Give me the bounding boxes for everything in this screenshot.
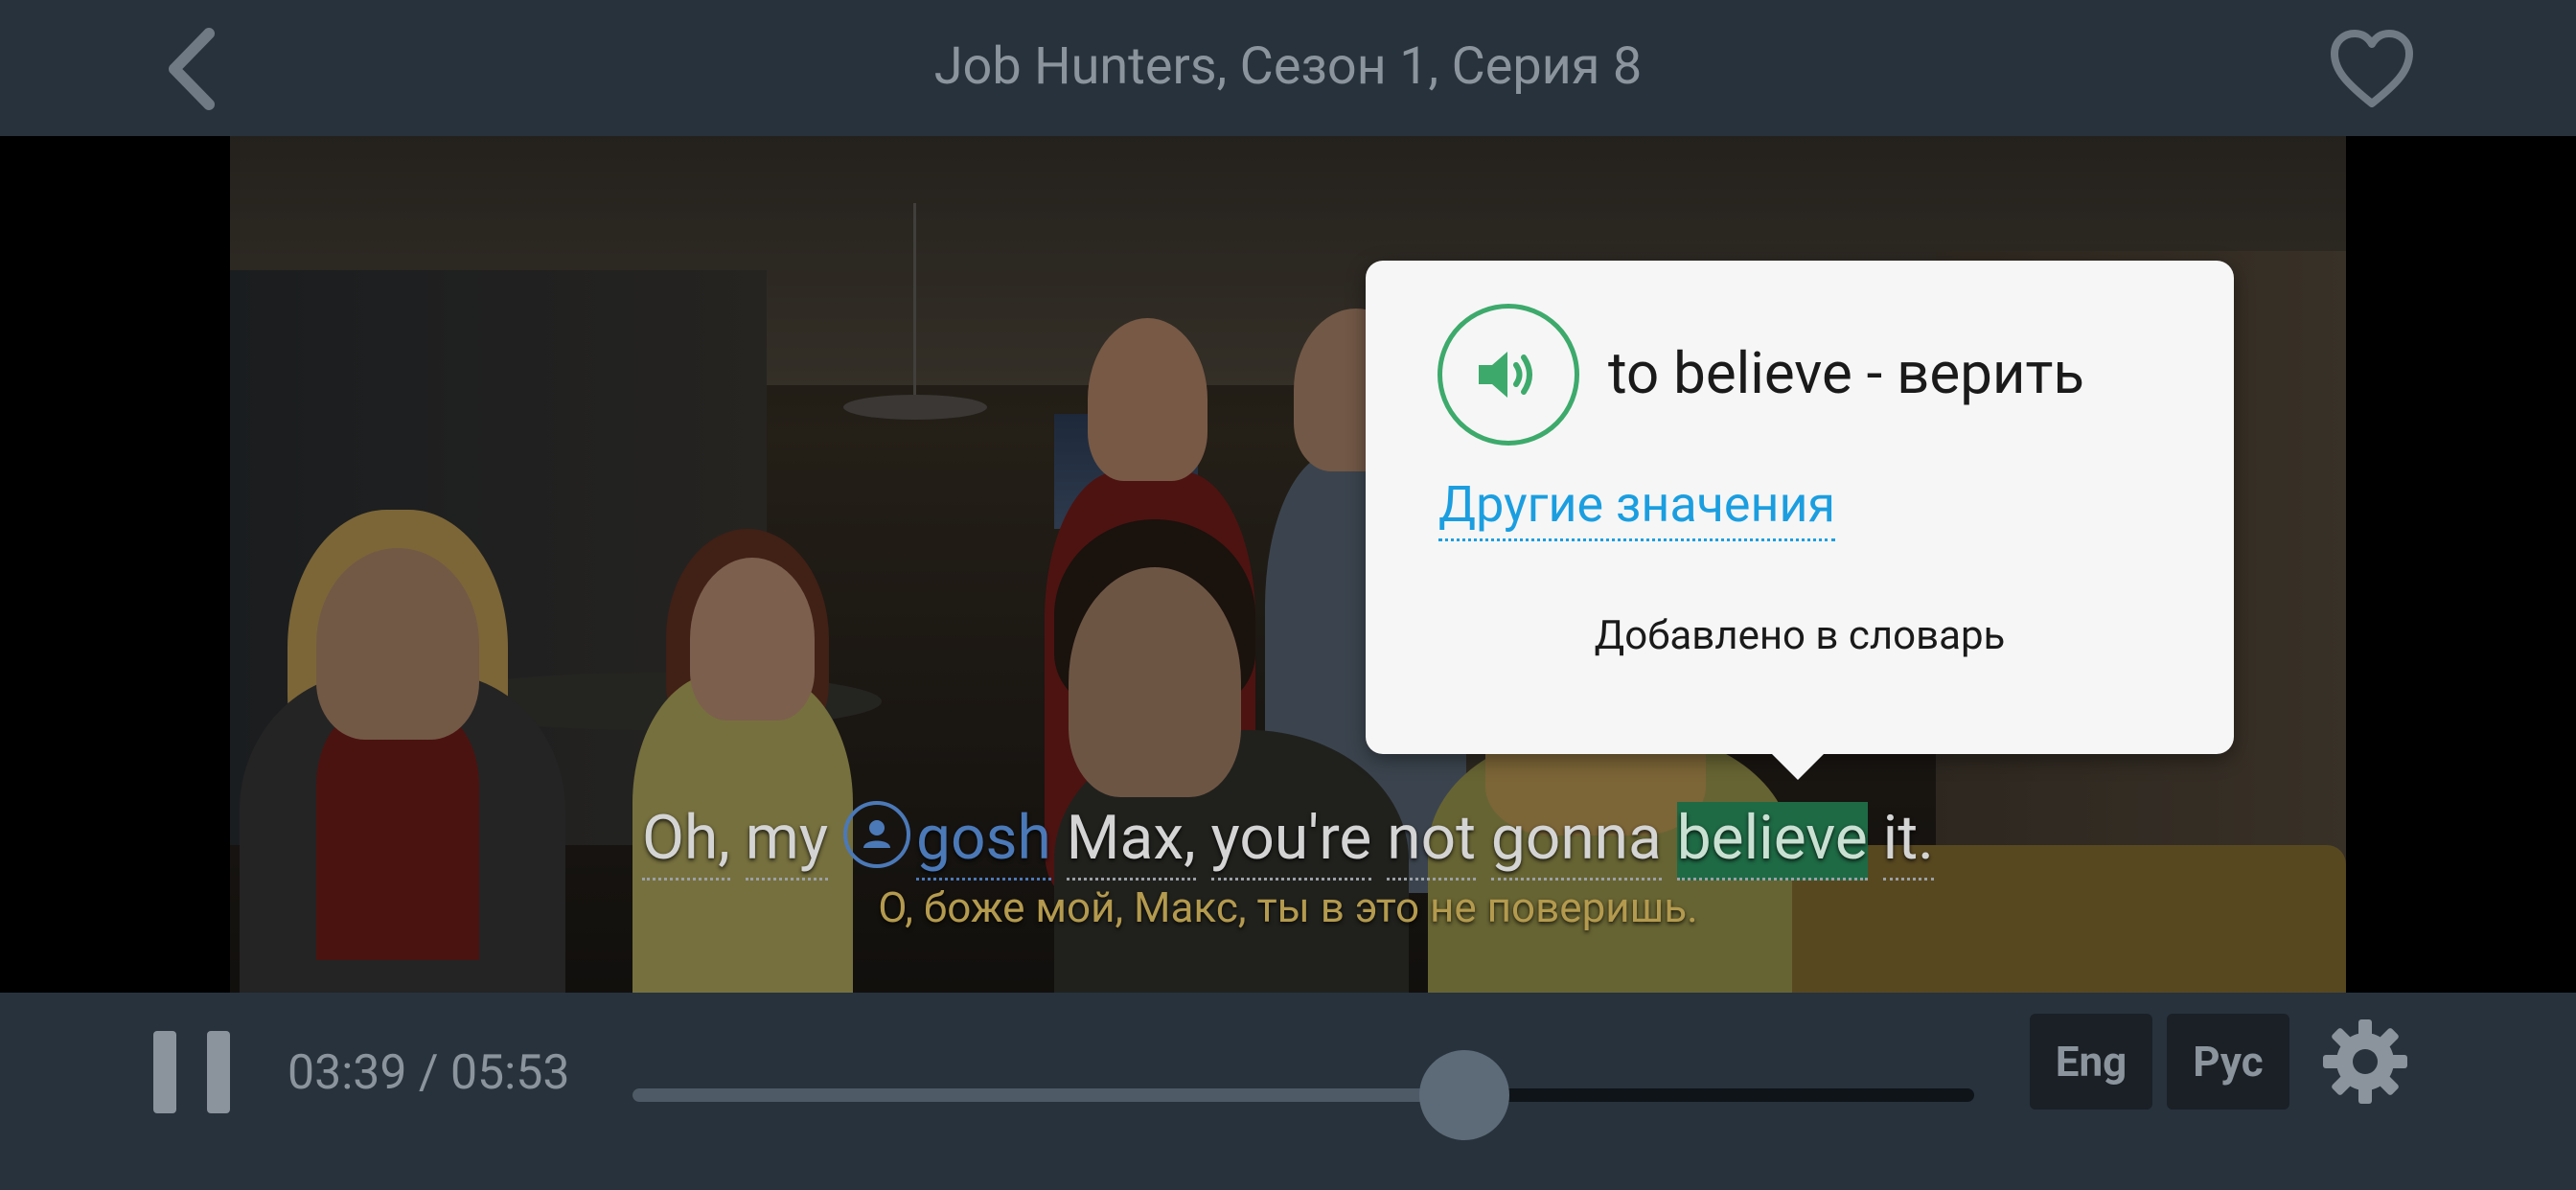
subtitle-word[interactable]: my xyxy=(745,802,829,881)
subtitle-word[interactable]: not xyxy=(1387,802,1476,881)
top-bar: Job Hunters, Сезон 1, Серия 8 xyxy=(0,0,2576,136)
pause-button[interactable] xyxy=(153,1025,230,1121)
seek-bar[interactable] xyxy=(632,1050,1974,1140)
translation-popup: to believe - верить Другие значения Доба… xyxy=(1366,261,2234,754)
subtitle-word[interactable]: you're xyxy=(1210,802,1372,881)
subtitle-word-known[interactable]: gosh xyxy=(916,802,1051,881)
seek-progress xyxy=(632,1088,1464,1102)
playback-controls: 03:39 / 05:53 Eng Рус xyxy=(0,993,2576,1190)
subtitle-english: Oh, my gosh Max, you're not gonna believ… xyxy=(0,795,2576,881)
settings-button[interactable] xyxy=(2317,1014,2413,1110)
speaker-icon xyxy=(1479,352,1532,398)
heart-outline-icon xyxy=(2331,30,2413,107)
subtitle-word[interactable]: gonna xyxy=(1490,802,1662,881)
favorite-button[interactable] xyxy=(2319,21,2425,117)
other-meanings-link[interactable]: Другие значения xyxy=(1438,471,1836,541)
gear-icon xyxy=(2323,1019,2407,1104)
seek-thumb[interactable] xyxy=(1419,1050,1509,1140)
episode-title: Job Hunters, Сезон 1, Серия 8 xyxy=(933,36,1643,97)
subtitle-russian: О, боже мой, Макс, ты в это не поверишь. xyxy=(878,882,1698,932)
pause-icon xyxy=(207,1031,230,1113)
subtitle-word[interactable]: Oh, xyxy=(642,802,730,881)
pause-icon xyxy=(153,1031,176,1113)
person-icon xyxy=(843,801,911,869)
translation-text: to believe - верить xyxy=(1608,339,2084,407)
added-to-dictionary-status: Добавлено в словарь xyxy=(1594,612,2006,659)
russian-subtitles-toggle[interactable]: Рус xyxy=(2167,1014,2289,1110)
subtitle-word-selected[interactable]: believe xyxy=(1676,802,1868,881)
pronounce-button[interactable] xyxy=(1438,304,1579,446)
time-display: 03:39 / 05:53 xyxy=(288,1045,570,1101)
english-subtitles-toggle[interactable]: Eng xyxy=(2030,1014,2152,1110)
subtitle-word[interactable]: it. xyxy=(1882,802,1934,881)
subtitle-word[interactable]: Max, xyxy=(1066,802,1196,881)
popup-pointer xyxy=(1771,753,1825,780)
